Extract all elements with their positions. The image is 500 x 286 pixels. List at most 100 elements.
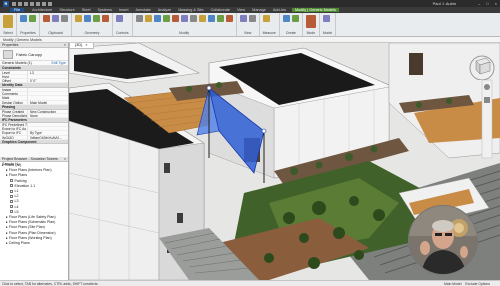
paste-icon[interactable] xyxy=(43,15,50,22)
undo-icon[interactable] xyxy=(24,1,28,6)
type-selector[interactable]: Fabric Canopy xyxy=(0,48,68,61)
create-parts-icon[interactable] xyxy=(291,15,299,22)
open-icon[interactable] xyxy=(12,1,16,6)
array-icon[interactable] xyxy=(198,15,206,22)
instance-filter[interactable]: Generic Models (1) xyxy=(2,61,32,65)
presenter-webcam xyxy=(408,205,478,275)
measure-icon[interactable] xyxy=(42,1,46,6)
property-value[interactable] xyxy=(28,88,68,91)
property-value[interactable]: 0' 0" xyxy=(28,79,68,82)
join-icon[interactable] xyxy=(75,15,82,22)
exclude-options[interactable]: Exclude Options xyxy=(465,282,490,286)
ribbon-tab[interactable]: Structure xyxy=(58,8,75,12)
view-icon xyxy=(10,210,13,214)
ribbon-tab[interactable]: Modify | Generic Models xyxy=(291,8,339,12)
ribbon-tab[interactable]: File xyxy=(10,8,25,12)
create-group-icon[interactable] xyxy=(282,15,290,22)
view-cube[interactable] xyxy=(468,52,496,80)
browser-item[interactable]: ▸ Ceiling Plans xyxy=(0,241,68,246)
browser-tree: ▸ Views (all) ▸ Floor Plans (Interiors Pl… xyxy=(0,162,68,246)
ribbon-tab[interactable]: Annotate xyxy=(135,8,152,12)
view-tab[interactable]: {3D} × xyxy=(69,43,94,49)
model-icon[interactable] xyxy=(322,15,330,22)
copy-icon[interactable] xyxy=(171,15,179,22)
active-model[interactable]: Main Model xyxy=(444,282,462,286)
property-value[interactable]: By Type xyxy=(28,131,68,134)
ribbon-tab[interactable]: Massing & Site xyxy=(177,8,204,12)
view-icon xyxy=(10,194,13,198)
revit-window: R Paul J. Aubin – □ × File Architecture St… xyxy=(0,0,500,286)
property-key: Comments xyxy=(0,92,28,96)
3d-view-icon[interactable] xyxy=(48,1,52,6)
ribbon-tab[interactable]: Manage xyxy=(251,8,267,12)
paint-icon[interactable] xyxy=(102,15,109,22)
close-icon[interactable]: × xyxy=(64,43,66,47)
status-bar: Click to select, TAB for alternates, CTR… xyxy=(0,280,500,286)
ribbon-group-label: Measure xyxy=(262,31,276,35)
hide-icon[interactable] xyxy=(239,15,247,22)
cut-icon[interactable] xyxy=(52,15,59,22)
property-value[interactable]: Main Model xyxy=(28,101,68,104)
ribbon-tab[interactable]: Analyze xyxy=(157,8,173,12)
ribbon-tab[interactable]: View xyxy=(236,8,246,12)
copy-icon[interactable] xyxy=(61,15,68,22)
align-icon[interactable] xyxy=(135,15,143,22)
rotate-icon[interactable] xyxy=(180,15,188,22)
browser-title: Project Browser - Snowdon Towers Sample … xyxy=(2,157,58,166)
ribbon-tab[interactable]: Systems xyxy=(96,8,113,12)
save-icon[interactable] xyxy=(18,1,22,6)
property-value[interactable] xyxy=(28,127,68,130)
edit-family-icon[interactable] xyxy=(305,15,316,28)
measure-icon[interactable] xyxy=(262,15,270,22)
modify-icon[interactable] xyxy=(3,15,13,28)
override-icon[interactable] xyxy=(248,15,256,22)
pin-icon[interactable] xyxy=(216,15,224,22)
property-value[interactable]: L3 xyxy=(28,71,68,74)
ribbon-group-label: Model xyxy=(322,31,333,35)
property-value[interactable]: 0dfgmQLBtnYuAVtJ... xyxy=(28,136,68,139)
wall-joins-icon[interactable] xyxy=(93,15,100,22)
ribbon-group-label: Mode xyxy=(306,31,316,35)
close-icon[interactable]: × xyxy=(495,1,497,6)
ribbon-tab[interactable]: Steel xyxy=(81,8,92,12)
property-key: Offset xyxy=(0,79,28,83)
property-value[interactable] xyxy=(28,92,68,95)
property-value[interactable] xyxy=(28,123,68,126)
delete-icon[interactable] xyxy=(225,15,233,22)
redo-icon[interactable] xyxy=(30,1,34,6)
print-icon[interactable] xyxy=(36,1,40,6)
type-properties-icon[interactable] xyxy=(29,15,36,22)
close-icon[interactable]: × xyxy=(64,157,66,161)
ribbon-group-label: Modify xyxy=(179,31,190,35)
ribbon-tab[interactable]: Insert xyxy=(118,8,130,12)
maximize-icon[interactable]: □ xyxy=(486,1,488,6)
steering-wheel-icon[interactable] xyxy=(484,84,490,90)
ribbon-tab[interactable]: Collaborate xyxy=(210,8,231,12)
property-key: Phase Created xyxy=(0,109,28,113)
minimize-icon[interactable]: – xyxy=(478,1,480,6)
property-value[interactable] xyxy=(28,75,68,78)
properties-icon[interactable] xyxy=(20,15,27,22)
type-thumbnail xyxy=(3,49,13,59)
edit-type-button[interactable]: Edit Type xyxy=(51,61,66,65)
ribbon-group-label: Create xyxy=(285,31,296,35)
offset-icon[interactable] xyxy=(144,15,152,22)
scale-icon[interactable] xyxy=(207,15,215,22)
flip-icon[interactable] xyxy=(116,15,123,22)
app-logo[interactable]: R xyxy=(3,0,9,7)
ribbon-tab[interactable]: Architecture xyxy=(31,8,53,12)
cut-geometry-icon[interactable] xyxy=(84,15,91,22)
property-value[interactable] xyxy=(28,96,68,99)
ribbon-tab[interactable]: Add-Ins xyxy=(272,8,287,12)
zoom-icon[interactable] xyxy=(484,97,490,103)
move-icon[interactable] xyxy=(162,15,170,22)
trim-icon[interactable] xyxy=(189,15,197,22)
close-icon[interactable]: × xyxy=(85,43,87,48)
type-name: Fabric Canopy xyxy=(16,51,43,57)
property-category[interactable]: Graphics Component xyxy=(0,139,68,145)
property-value[interactable]: New Construction xyxy=(28,110,68,113)
property-key: IFC Predefined Type xyxy=(2,122,28,126)
user-name[interactable]: Paul J. Aubin xyxy=(433,1,456,6)
property-value[interactable]: None xyxy=(28,114,68,117)
mirror-icon[interactable] xyxy=(153,15,161,22)
